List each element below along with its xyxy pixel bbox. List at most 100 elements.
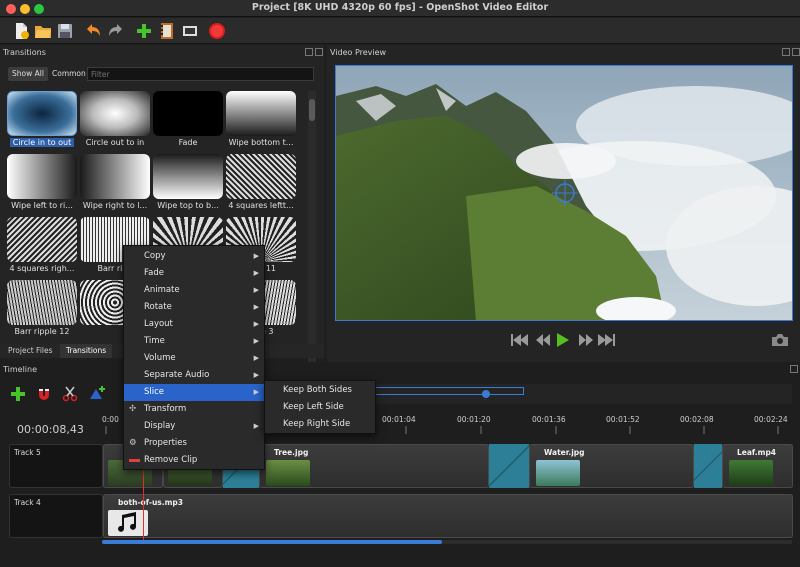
transition-tile[interactable]: Fade: [153, 91, 223, 151]
window-title: Project [8K UHD 4320p 60 fps] - OpenShot…: [251, 2, 549, 13]
menu-item-transform[interactable]: ✣ Transform: [124, 401, 264, 418]
transition-thumbnail: [7, 217, 77, 262]
timeline-clip[interactable]: Tree.jpg: [259, 444, 489, 488]
menu-item-remove-clip[interactable]: Remove Clip: [124, 452, 264, 469]
clip-name: Leaf.mp4: [737, 448, 777, 457]
close-panel-icon[interactable]: [792, 48, 800, 56]
submenu-arrow-icon: ▶: [253, 286, 259, 294]
submenu-arrow-icon: ▶: [253, 354, 259, 362]
close-panel-icon[interactable]: [315, 48, 323, 56]
transition-label: Wipe bottom t...: [228, 138, 294, 147]
transition-label: Barr ripple 12: [14, 327, 70, 336]
submenu-arrow-icon: ▶: [253, 303, 259, 311]
menu-item-separate-audio[interactable]: Separate Audio ▶: [124, 367, 264, 384]
menu-item-keep-both-sides[interactable]: Keep Both Sides: [265, 382, 375, 399]
menu-item-copy[interactable]: Copy ▶: [124, 248, 264, 265]
transition-tile[interactable]: Wipe top to b...: [153, 154, 223, 214]
new-project-icon[interactable]: [12, 22, 30, 40]
filter-input[interactable]: [87, 67, 314, 81]
track-header[interactable]: Track 4: [9, 494, 103, 538]
play-button[interactable]: [555, 332, 571, 348]
menu-item-layout[interactable]: Layout ▶: [124, 316, 264, 333]
transition-thumbnail: [80, 154, 150, 199]
music-note-icon: [118, 512, 136, 532]
submenu-arrow-icon: ▶: [253, 269, 259, 277]
transition-clip[interactable]: [694, 444, 722, 488]
menu-item-properties[interactable]: ⚙ Properties: [124, 435, 264, 452]
transition-label: 4 squares righ...: [9, 264, 75, 273]
menu-item-rotate[interactable]: Rotate ▶: [124, 299, 264, 316]
menu-item-time[interactable]: Time ▶: [124, 333, 264, 350]
transition-thumbnail: [226, 91, 296, 136]
add-track-icon[interactable]: [10, 386, 26, 402]
track-lane[interactable]: both-of-us.mp3: [103, 494, 793, 538]
transitions-panel-title: Transitions: [3, 48, 46, 57]
transition-tile[interactable]: Wipe left to ri...: [7, 154, 77, 214]
import-files-icon[interactable]: [135, 22, 153, 40]
transition-clip[interactable]: [489, 444, 529, 488]
transition-tile[interactable]: Wipe bottom t...: [226, 91, 296, 151]
ruler-label: 00:01:36: [532, 415, 566, 424]
open-project-icon[interactable]: [34, 22, 52, 40]
menu-item-volume[interactable]: Volume ▶: [124, 350, 264, 367]
timeline-clip[interactable]: Water.jpg: [529, 444, 694, 488]
record-icon[interactable]: [208, 22, 226, 40]
close-panel-icon[interactable]: [790, 365, 798, 373]
transitions-scrollbar[interactable]: [308, 91, 316, 381]
video-frame[interactable]: [335, 65, 793, 321]
show-all-button[interactable]: Show All: [8, 67, 48, 81]
transition-label: Circle in to out: [10, 138, 74, 147]
timeline-clip[interactable]: both-of-us.mp3: [103, 494, 793, 538]
transition-tile[interactable]: 4 squares leftt...: [226, 154, 296, 214]
jump-start-button[interactable]: [509, 332, 529, 348]
timeline-toolbar: [0, 382, 800, 406]
clip-name: both-of-us.mp3: [118, 498, 184, 507]
transition-tile[interactable]: Circle out to in: [80, 91, 150, 151]
transition-tile[interactable]: 4 squares righ...: [7, 217, 77, 277]
transition-thumbnail: [7, 154, 77, 199]
transition-tile[interactable]: Wipe right to l...: [80, 154, 150, 214]
clip-thumbnail: [108, 510, 148, 536]
fullscreen-icon[interactable]: [181, 22, 199, 40]
profile-icon[interactable]: [158, 22, 176, 40]
transition-thumbnail: [7, 280, 77, 325]
menu-item-keep-left-side[interactable]: Keep Left Side: [265, 399, 375, 416]
timeline-clip[interactable]: Leaf.mp4: [722, 444, 793, 488]
transition-label: Wipe top to b...: [157, 201, 219, 210]
add-marker-icon[interactable]: [88, 385, 106, 403]
player-controls: [327, 328, 800, 352]
menu-item-keep-right-side[interactable]: Keep Right Side: [265, 416, 375, 433]
common-button[interactable]: Common: [48, 67, 90, 81]
rewind-button[interactable]: [533, 332, 551, 348]
menu-item-display[interactable]: Display ▶: [124, 418, 264, 435]
transition-tile[interactable]: Barr ripple 12: [7, 280, 77, 340]
camera-icon[interactable]: [771, 333, 789, 347]
fast-forward-button[interactable]: [577, 332, 595, 348]
ruler-label: 00:01:52: [606, 415, 640, 424]
zoom-range[interactable]: [374, 387, 524, 395]
undo-icon[interactable]: [84, 22, 102, 40]
mountain-scene-image: [336, 66, 792, 320]
transition-tile[interactable]: Circle in to out: [7, 91, 77, 151]
tab-project-files[interactable]: Project Files: [2, 344, 59, 358]
redo-icon[interactable]: [107, 22, 125, 40]
transition-label: 4 squares leftt...: [228, 201, 294, 210]
zoom-handle[interactable]: [482, 390, 490, 398]
float-panel-icon[interactable]: [782, 48, 790, 56]
ruler-label: 00:01:20: [457, 415, 491, 424]
preview-panel-title: Video Preview: [330, 48, 387, 57]
razor-icon[interactable]: [62, 386, 78, 402]
menu-item-fade[interactable]: Fade ▶: [124, 265, 264, 282]
menu-item-animate[interactable]: Animate ▶: [124, 282, 264, 299]
track-header[interactable]: Track 5: [9, 444, 103, 488]
clip-thumbnail: [266, 460, 310, 486]
scrollbar-thumb[interactable]: [309, 99, 315, 121]
save-project-icon[interactable]: [56, 22, 74, 40]
menu-item-slice[interactable]: Slice ▶: [124, 384, 264, 401]
snap-magnet-icon[interactable]: [36, 386, 52, 402]
jump-end-button[interactable]: [597, 332, 617, 348]
tab-transitions[interactable]: Transitions: [60, 344, 113, 358]
timeline-scrollbar[interactable]: [102, 540, 792, 544]
scrollbar-thumb[interactable]: [102, 540, 442, 544]
float-panel-icon[interactable]: [305, 48, 313, 56]
